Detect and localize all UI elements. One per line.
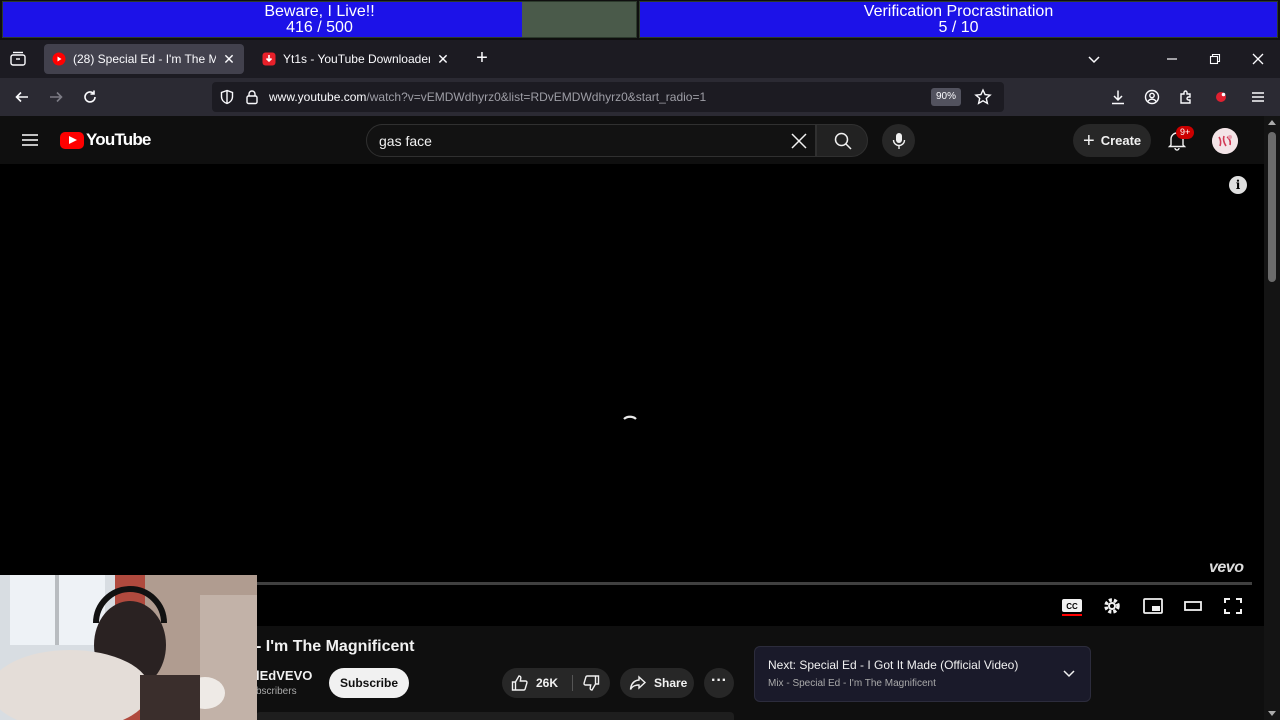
downloads-icon[interactable]: [1108, 87, 1128, 107]
extension-record-icon[interactable]: [1211, 87, 1231, 107]
up-next-card[interactable]: Next: Special Ed - I Got It Made (Offici…: [754, 646, 1091, 702]
search-button[interactable]: [816, 124, 868, 157]
next-video-subtitle: Mix - Special Ed - I'm The Magnificent: [768, 678, 936, 689]
app-menu-icon[interactable]: [1248, 87, 1268, 107]
notifications-badge: 9+: [1176, 126, 1195, 139]
tab-title: (28) Special Ed - I'm The Magnifi: [73, 52, 216, 66]
more-actions-button[interactable]: ···: [704, 668, 734, 698]
voice-search-button[interactable]: [882, 124, 915, 157]
youtube-icon: [52, 52, 66, 66]
theater-mode-icon[interactable]: [1182, 596, 1206, 616]
goal-title: Verification Procrastination: [863, 3, 1054, 20]
browser-tab-strip: (28) Special Ed - I'm The Magnifi ✕ Yt1s…: [0, 40, 1280, 78]
guide-menu-icon[interactable]: [20, 130, 40, 150]
subscribe-button[interactable]: Subscribe: [329, 668, 409, 698]
lock-icon[interactable]: [244, 89, 260, 105]
list-all-tabs-icon[interactable]: [1084, 49, 1104, 69]
plus-icon: +: [1083, 129, 1095, 152]
restore-icon[interactable]: [1205, 49, 1225, 69]
description-box-edge: [256, 712, 734, 720]
search-icon: [834, 132, 852, 150]
tab-list-icon[interactable]: [8, 49, 28, 69]
youtube-play-icon: [60, 131, 84, 149]
goal-progress: 416 / 500: [286, 19, 353, 36]
bookmark-star-icon[interactable]: [974, 88, 992, 106]
goal-title: Beware, I Live!!: [264, 3, 375, 20]
back-icon[interactable]: [12, 87, 32, 107]
thumbs-down-icon: [583, 675, 600, 691]
extensions-icon[interactable]: [1176, 87, 1196, 107]
close-tab-icon[interactable]: ✕: [436, 52, 450, 66]
video-player[interactable]: i vevo CC: [0, 164, 1264, 626]
svg-text:CC: CC: [1066, 602, 1078, 611]
search-query: gas face: [379, 133, 432, 149]
address-bar[interactable]: www.youtube.com/watch?v=vEMDWdhyrz0&list…: [212, 82, 1004, 112]
browser-tab-youtube[interactable]: (28) Special Ed - I'm The Magnifi ✕: [44, 44, 244, 74]
reload-icon[interactable]: [80, 87, 100, 107]
scroll-up-arrow-icon[interactable]: [1268, 120, 1276, 125]
channel-name[interactable]: lEdVEVO: [256, 668, 312, 683]
shield-icon[interactable]: [219, 89, 235, 105]
like-divider: [572, 675, 573, 691]
browser-tab-yt1s[interactable]: Yt1s - YouTube Downloader | Yo ✕: [254, 44, 458, 74]
dislike-button[interactable]: [576, 668, 610, 698]
scroll-down-arrow-icon[interactable]: [1268, 711, 1276, 716]
share-button[interactable]: Share: [620, 668, 694, 698]
next-video-title: Next: Special Ed - I Got It Made (Offici…: [768, 658, 1019, 672]
like-dislike-bar: 26K: [502, 668, 610, 698]
goal-progress: 5 / 10: [938, 19, 979, 36]
loading-spinner-icon: [623, 415, 637, 420]
share-label: Share: [654, 676, 688, 690]
avatar[interactable]: [1212, 128, 1238, 154]
like-count: 26K: [536, 676, 559, 690]
subscriber-count: bscribers: [256, 686, 297, 697]
webcam-feed-image: [0, 575, 257, 720]
miniplayer-icon[interactable]: [1142, 596, 1166, 616]
download-icon: [262, 52, 276, 66]
zoom-level-badge[interactable]: 90%: [931, 88, 962, 106]
youtube-wordmark: YouTube: [86, 130, 151, 149]
youtube-logo[interactable]: YouTube: [60, 130, 151, 150]
stream-goals: Beware, I Live!! 416 / 500 Verification …: [0, 0, 1280, 40]
close-window-icon[interactable]: [1248, 49, 1268, 69]
forward-icon[interactable]: [46, 87, 66, 107]
video-title: - I'm The Magnificent: [256, 638, 415, 655]
settings-gear-icon[interactable]: [1102, 596, 1126, 616]
thumbs-up-icon: [511, 675, 528, 691]
create-button[interactable]: + Create: [1073, 124, 1151, 157]
fullscreen-icon[interactable]: [1222, 596, 1246, 616]
clear-search-icon[interactable]: [788, 130, 810, 152]
account-icon[interactable]: [1142, 87, 1162, 107]
webcam-overlay: [0, 575, 257, 720]
create-label: Create: [1100, 133, 1142, 148]
close-tab-icon[interactable]: ✕: [222, 52, 236, 66]
youtube-masthead: YouTube gas face + Create 9+: [0, 116, 1264, 164]
browser-navbar: www.youtube.com/watch?v=vEMDWdhyrz0&list…: [0, 78, 1280, 116]
microphone-icon: [892, 133, 906, 149]
subtitles-cc-icon[interactable]: CC: [1061, 596, 1085, 616]
vevo-watermark: vevo: [1209, 559, 1244, 576]
url-text[interactable]: www.youtube.com/watch?v=vEMDWdhyrz0&list…: [269, 90, 706, 104]
chevron-down-icon[interactable]: [1062, 666, 1076, 680]
info-icon[interactable]: i: [1229, 176, 1247, 194]
tab-title: Yt1s - YouTube Downloader | Yo: [283, 52, 430, 66]
goal-bar-verification: Verification Procrastination 5 / 10: [639, 1, 1278, 38]
search-input[interactable]: gas face: [366, 124, 816, 157]
goal-bar-beware: Beware, I Live!! 416 / 500: [2, 1, 637, 38]
like-button[interactable]: 26K: [502, 668, 572, 698]
share-arrow-icon: [629, 675, 647, 690]
minimize-icon[interactable]: [1162, 49, 1182, 69]
scrollbar-thumb[interactable]: [1268, 132, 1276, 282]
new-tab-button[interactable]: +: [473, 48, 491, 68]
page-scrollbar[interactable]: [1264, 116, 1280, 720]
